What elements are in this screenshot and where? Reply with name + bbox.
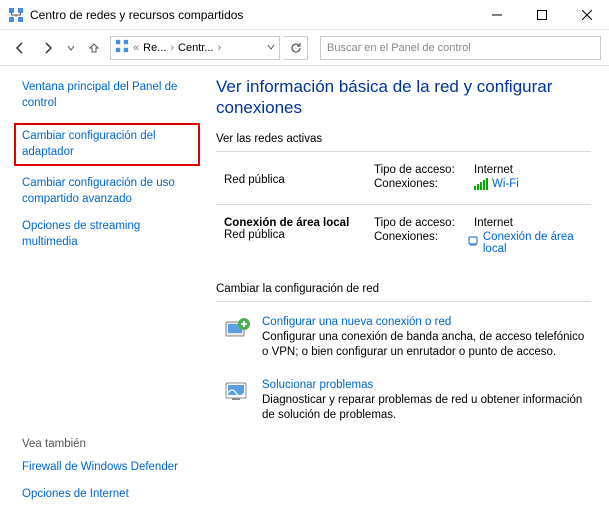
change-settings-label: Cambiar la configuración de red [216,283,591,295]
main-content: Ver información básica de la red y confi… [210,66,609,529]
network-center-icon [115,39,129,56]
sidebar-link-defender-firewall[interactable]: Firewall de Windows Defender [22,460,196,476]
breadcrumb-sep-icon: « [133,42,139,54]
address-bar[interactable]: « Re... › Centr... › [110,36,280,60]
close-button[interactable] [564,0,609,30]
network-block: Conexión de área local Red pública Tipo … [216,213,591,269]
access-type-value: Internet [474,164,513,176]
up-button[interactable] [82,36,106,60]
access-type-label: Tipo de acceso: [374,164,474,176]
troubleshoot-desc: Diagnosticar y reparar problemas de red … [262,393,591,424]
sidebar: Ventana principal del Panel de control C… [0,66,210,529]
access-type-value: Internet [474,217,513,229]
connection-link-wifi[interactable]: Wi-Fi [474,178,519,190]
history-dropdown[interactable] [64,36,78,60]
config-item: Solucionar problemas Diagnosticar y repa… [216,373,591,436]
search-input[interactable] [327,42,594,54]
page-heading: Ver información básica de la red y confi… [216,76,591,119]
breadcrumb-item[interactable]: Re... [143,42,166,54]
connection-name: Wi-Fi [492,178,519,190]
titlebar: Centro de redes y recursos compartidos [0,0,609,30]
network-block: Red pública Tipo de acceso: Internet Con… [216,160,591,204]
network-category: Red pública [224,229,374,241]
divider [216,151,591,152]
sidebar-link-adapter-settings[interactable]: Cambiar configuración del adaptador [14,123,200,166]
network-name: Conexión de área local [224,217,374,229]
back-button[interactable] [8,36,32,60]
network-name: Red pública [224,174,374,186]
chevron-right-icon: › [218,42,222,54]
chevron-right-icon: › [170,42,174,54]
access-type-label: Tipo de acceso: [374,217,474,229]
new-connection-icon [224,316,252,342]
sidebar-link-internet-options[interactable]: Opciones de Internet [22,487,196,503]
sidebar-link-streaming-options[interactable]: Opciones de streaming multimedia [22,219,196,250]
connection-link-lan[interactable]: Conexión de área local [467,231,591,255]
setup-connection-desc: Configurar una conexión de banda ancha, … [262,330,591,361]
connections-label: Conexiones: [374,178,474,190]
address-dropdown-icon[interactable] [267,42,275,54]
refresh-button[interactable] [284,36,308,60]
divider [216,204,591,205]
connections-label: Conexiones: [374,231,467,255]
forward-button[interactable] [36,36,60,60]
network-center-icon [8,7,24,23]
troubleshoot-link[interactable]: Solucionar problemas [262,379,591,391]
troubleshoot-icon [224,379,252,405]
connection-name: Conexión de área local [483,231,591,255]
search-box[interactable] [320,36,601,60]
sidebar-link-control-panel-home[interactable]: Ventana principal del Panel de control [22,80,196,111]
minimize-button[interactable] [474,0,519,30]
config-item: Configurar una nueva conexión o red Conf… [216,310,591,373]
window-title: Centro de redes y recursos compartidos [30,8,474,22]
breadcrumb-item[interactable]: Centr... [178,42,213,54]
sidebar-link-advanced-sharing[interactable]: Cambiar configuración de uso compartido … [22,176,196,207]
navbar: « Re... › Centr... › [0,30,609,66]
divider [216,301,591,302]
active-networks-label: Ver las redes activas [216,133,591,145]
wifi-signal-icon [474,178,488,190]
setup-connection-link[interactable]: Configurar una nueva conexión o red [262,316,591,328]
ethernet-icon [467,235,479,250]
see-also-label: Vea también [22,438,196,450]
maximize-button[interactable] [519,0,564,30]
